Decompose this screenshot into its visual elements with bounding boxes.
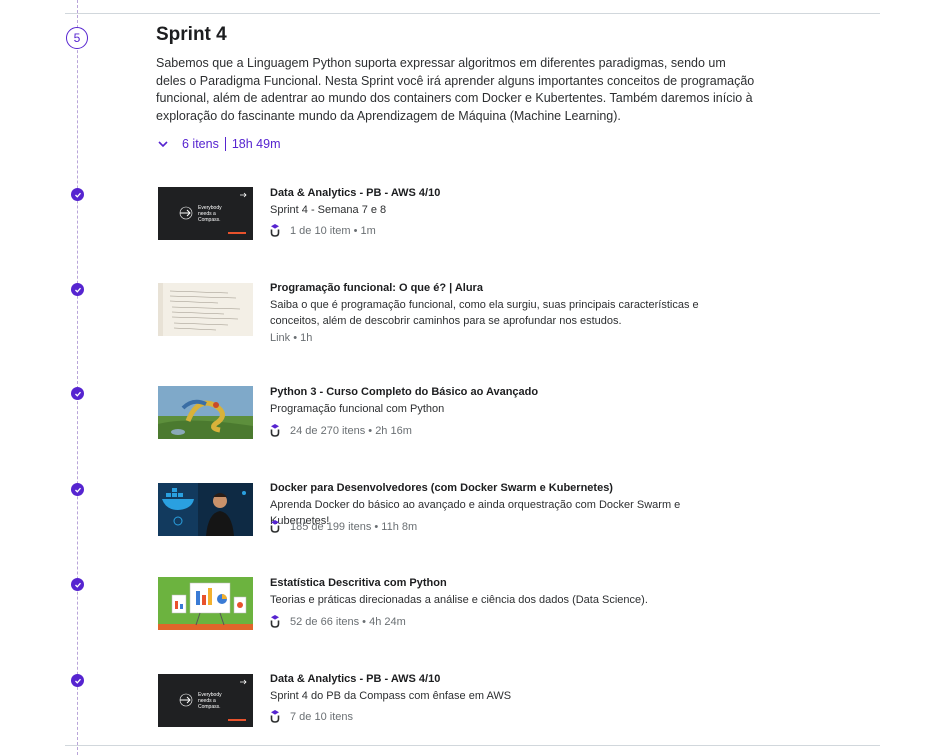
article-thumbnail[interactable] bbox=[158, 283, 253, 336]
step-number-badge: 5 bbox=[66, 27, 88, 49]
item-meta-row: 52 de 66 itens • 4h 24m bbox=[270, 615, 406, 628]
check-icon bbox=[71, 578, 84, 591]
course-thumbnail[interactable] bbox=[158, 483, 253, 536]
list-item[interactable]: Everybody needs a Compass. Data & Analyt… bbox=[0, 185, 930, 245]
item-progress: 185 de 199 itens • 11h 8m bbox=[290, 520, 418, 533]
item-title[interactable]: Estatística Descritiva com Python bbox=[270, 577, 447, 589]
item-title[interactable]: Data & Analytics - PB - AWS 4/10 bbox=[270, 673, 440, 685]
udemy-icon bbox=[270, 615, 280, 628]
sprint-duration: 18h 49m bbox=[231, 137, 281, 151]
check-icon bbox=[71, 387, 84, 400]
item-meta-row: 1 de 10 item • 1m bbox=[270, 224, 376, 237]
course-thumbnail[interactable] bbox=[158, 577, 253, 630]
list-item[interactable]: Python 3 - Curso Completo do Básico ao A… bbox=[0, 385, 930, 445]
udemy-icon bbox=[270, 224, 280, 237]
item-progress: Link • 1h bbox=[270, 332, 313, 344]
check-icon bbox=[71, 674, 84, 687]
chevron-down-icon bbox=[158, 141, 168, 148]
item-progress: 24 de 270 itens • 2h 16m bbox=[290, 424, 412, 437]
udemy-icon bbox=[270, 424, 280, 437]
item-meta-row: 185 de 199 itens • 11h 8m bbox=[270, 520, 417, 533]
sprint-description: Sabemos que a Linguagem Python suporta e… bbox=[156, 56, 755, 123]
thumb-text: Everybody needs a Compass. bbox=[198, 205, 222, 223]
item-subtitle: Sprint 4 do PB da Compass com ênfase em … bbox=[270, 690, 512, 702]
item-subtitle: Sprint 4 - Semana 7 e 8 bbox=[270, 204, 387, 216]
item-meta-row: Link • 1h bbox=[270, 332, 312, 344]
item-title[interactable]: Programação funcional: O que é? | Alura bbox=[270, 282, 483, 294]
sprint-title: Sprint 4 bbox=[156, 24, 227, 45]
list-item[interactable]: Docker para Desenvolvedores (com Docker … bbox=[0, 481, 930, 541]
item-progress: 52 de 66 itens • 4h 24m bbox=[290, 615, 406, 628]
check-icon bbox=[71, 483, 84, 496]
section-divider-bottom bbox=[65, 745, 880, 746]
course-thumbnail[interactable] bbox=[158, 386, 253, 439]
thumb-text: Everybody needs a Compass. bbox=[198, 692, 222, 710]
course-thumbnail[interactable]: Everybody needs a Compass. bbox=[158, 674, 253, 727]
check-icon bbox=[71, 188, 84, 201]
udemy-icon bbox=[270, 520, 280, 533]
timeline-line bbox=[77, 0, 78, 755]
section-divider-top bbox=[65, 13, 880, 14]
item-progress: 7 de 10 itens bbox=[290, 710, 353, 723]
item-progress: 1 de 10 item • 1m bbox=[290, 224, 376, 237]
list-item[interactable]: Everybody needs a Compass. Data & Analyt… bbox=[0, 672, 930, 732]
item-title[interactable]: Data & Analytics - PB - AWS 4/10 bbox=[270, 187, 440, 199]
item-meta-row: 7 de 10 itens bbox=[270, 710, 353, 723]
list-item[interactable]: Estatística Descritiva com Python Teoria… bbox=[0, 576, 930, 636]
item-title[interactable]: Docker para Desenvolvedores (com Docker … bbox=[270, 482, 613, 494]
items-count: 6 itens bbox=[182, 137, 219, 151]
course-thumbnail[interactable]: Everybody needs a Compass. bbox=[158, 187, 253, 240]
item-title[interactable]: Python 3 - Curso Completo do Básico ao A… bbox=[270, 386, 538, 398]
list-item[interactable]: Programação funcional: O que é? | Alura … bbox=[0, 281, 930, 344]
item-subtitle: Teorias e práticas direcionadas a anális… bbox=[270, 594, 648, 606]
udemy-icon bbox=[270, 710, 280, 723]
item-meta-row: 24 de 270 itens • 2h 16m bbox=[270, 424, 412, 437]
check-icon bbox=[71, 283, 84, 296]
step-number: 5 bbox=[73, 31, 81, 45]
meta-separator bbox=[224, 137, 226, 151]
expand-items-toggle[interactable]: 6 itens 18h 49m bbox=[156, 137, 281, 151]
item-subtitle: Programação funcional com Python bbox=[270, 403, 445, 415]
item-subtitle: Saiba o que é programação funcional, com… bbox=[270, 299, 699, 327]
